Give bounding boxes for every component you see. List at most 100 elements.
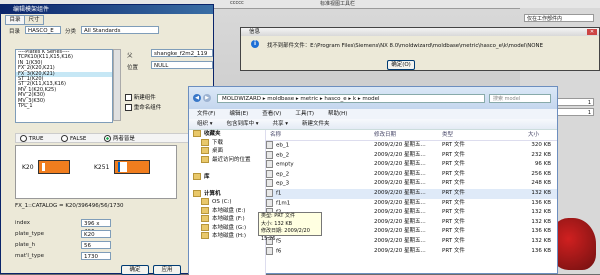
list-scrollbar[interactable] bbox=[113, 49, 121, 121]
new-component-option[interactable]: 新建组件 bbox=[125, 93, 156, 101]
file-row[interactable]: f1m1 2009/2/20 星期五... PRT 文件 136 KB bbox=[266, 198, 557, 209]
menu-item[interactable]: 查看(V) bbox=[262, 111, 281, 117]
radio-both[interactable]: 两者皆是 bbox=[104, 135, 135, 142]
nav-item[interactable]: 本地磁盘 (G:) bbox=[189, 223, 265, 233]
info-message: 找不到部件文件：E:\Program Files\Siemens\NX 8.0\… bbox=[267, 43, 543, 49]
file-icon bbox=[266, 160, 273, 169]
file-date: 2009/2/20 星期五... bbox=[374, 161, 426, 168]
category-select[interactable]: All Standards bbox=[81, 26, 159, 34]
address-bar[interactable]: MOLDWIZARD ▸ moldbase ▸ metric ▸ hasco_e… bbox=[217, 94, 485, 103]
filter-dropdown[interactable]: 仅在工作部件内 bbox=[524, 14, 594, 22]
tab-catalog[interactable]: 目录 bbox=[5, 15, 25, 25]
file-type: PRT 文件 bbox=[442, 180, 465, 187]
folder-icon bbox=[201, 232, 209, 239]
radio-false[interactable]: FALSE bbox=[61, 135, 86, 142]
command-button[interactable]: 组织 ▾ bbox=[197, 121, 213, 127]
nav-item[interactable]: 库 bbox=[189, 172, 265, 182]
forward-arrow-icon[interactable]: ▶ bbox=[203, 94, 211, 102]
breadcrumb-item[interactable]: MOLDWIZARD bbox=[222, 96, 261, 102]
file-size: 132 KB bbox=[531, 189, 551, 196]
info-icon: i bbox=[251, 40, 259, 48]
position-select[interactable]: NULL bbox=[151, 61, 213, 69]
file-row[interactable]: ep_2 2009/2/20 星期五... PRT 文件 256 KB bbox=[266, 169, 557, 180]
nav-item[interactable]: 本地磁盘 (E:) bbox=[189, 206, 265, 216]
catalog-label: 目录 bbox=[9, 29, 21, 35]
file-row[interactable]: ep_3 2009/2/20 星期五... PRT 文件 248 KB bbox=[266, 179, 557, 189]
file-size: 136 KB bbox=[531, 228, 551, 235]
file-name: f1 bbox=[276, 190, 282, 197]
command-button[interactable]: 共享 ▾ bbox=[273, 121, 289, 127]
back-arrow-icon[interactable]: ◀ bbox=[193, 94, 201, 102]
nav-item[interactable]: 本地磁盘 (H:) bbox=[189, 232, 265, 241]
file-row[interactable]: empty 2009/2/20 星期五... PRT 文件 96 KB bbox=[266, 160, 557, 170]
breadcrumb-item[interactable]: moldbase bbox=[267, 96, 294, 102]
radio-true-label: TRUE bbox=[28, 136, 44, 142]
search-input[interactable]: 搜索 model bbox=[489, 94, 551, 103]
col-size[interactable]: 大小 bbox=[528, 130, 539, 140]
nav-item[interactable]: 收藏夹 bbox=[189, 130, 265, 139]
menu-item[interactable]: 文件(F) bbox=[197, 111, 215, 117]
file-row[interactable]: eb_1 2009/2/20 星期五... PRT 文件 320 KB bbox=[266, 141, 557, 151]
tab-size[interactable]: 尺寸 bbox=[24, 15, 44, 25]
rename-component-checkbox[interactable] bbox=[125, 104, 132, 111]
file-icon bbox=[266, 198, 273, 207]
folder-icon bbox=[201, 223, 209, 231]
file-row[interactable]: eb_2 2009/2/20 星期五... PRT 文件 232 KB bbox=[266, 150, 557, 161]
folder-icon bbox=[193, 130, 201, 137]
file-tooltip: 类型: PRT 文件 大小: 132 KB 修改日期: 2009/2/20 15:2… bbox=[258, 212, 322, 242]
menu-item[interactable]: 编辑(E) bbox=[229, 111, 248, 117]
file-row[interactable]: f6 2009/2/20 星期五... PRT 文件 136 KB bbox=[266, 246, 557, 257]
file-name: empty bbox=[276, 161, 294, 168]
nav-item[interactable]: 计算机 bbox=[189, 189, 265, 199]
preview-label-a: K20 bbox=[22, 164, 34, 171]
radio-true[interactable]: TRUE bbox=[20, 135, 44, 142]
file-name: f1m1 bbox=[276, 200, 291, 207]
nav-item[interactable]: 最近访问的位置 bbox=[189, 155, 265, 165]
file-date: 2009/2/20 星期五... bbox=[374, 228, 426, 235]
file-name: eb_1 bbox=[276, 142, 290, 149]
rename-component-option[interactable]: 重命名组件 bbox=[125, 103, 161, 111]
nav-item[interactable]: 下载 bbox=[189, 138, 265, 148]
folder-icon bbox=[201, 215, 209, 222]
plate-k20-icon bbox=[38, 160, 70, 174]
col-type[interactable]: 类型 bbox=[442, 130, 453, 140]
category-label: 分类 bbox=[65, 29, 77, 35]
col-name[interactable]: 名称 bbox=[270, 130, 281, 140]
param-select[interactable]: K20 bbox=[81, 230, 111, 238]
file-icon bbox=[266, 179, 273, 188]
param-select[interactable]: 1730 bbox=[81, 252, 111, 260]
menu-item[interactable]: 帮助(H) bbox=[328, 111, 347, 117]
nav-item[interactable]: 本地磁盘 (F:) bbox=[189, 215, 265, 224]
command-button[interactable]: 新建文件夹 bbox=[302, 121, 330, 127]
catalog-select[interactable]: HASCO_E bbox=[25, 26, 61, 34]
file-name: f6 bbox=[276, 248, 282, 255]
breadcrumb-item[interactable]: model bbox=[362, 96, 379, 102]
parent-select[interactable]: shangke_f2m2_119 bbox=[151, 49, 213, 57]
plate-preview: K20 K251 bbox=[15, 145, 177, 199]
file-row[interactable]: f1 2009/2/20 星期五... PRT 文件 132 KB bbox=[266, 188, 557, 199]
file-type: PRT 文件 bbox=[442, 218, 465, 225]
param-select[interactable]: 56 bbox=[81, 241, 111, 249]
command-button[interactable]: 包含到库中 ▾ bbox=[227, 121, 259, 127]
file-name: ep_3 bbox=[276, 180, 290, 187]
rename-component-label: 重命名组件 bbox=[133, 105, 162, 111]
file-type: PRT 文件 bbox=[442, 228, 465, 235]
new-component-checkbox[interactable] bbox=[125, 94, 132, 101]
nav-item[interactable]: 桌面 bbox=[189, 147, 265, 156]
param-select[interactable]: 396 x 496 bbox=[81, 219, 111, 235]
file-date: 2009/2/20 星期五... bbox=[374, 170, 426, 177]
list-item[interactable]: TPL_1 bbox=[16, 103, 112, 109]
col-date[interactable]: 修改日期 bbox=[374, 130, 396, 140]
nav-item[interactable]: OS (C:) bbox=[189, 198, 265, 207]
file-type: PRT 文件 bbox=[442, 161, 465, 168]
nav-item bbox=[189, 181, 265, 190]
breadcrumb-item[interactable]: metric bbox=[300, 96, 318, 102]
close-icon[interactable]: ✕ bbox=[587, 29, 597, 35]
breadcrumb-item[interactable]: hasco_e bbox=[324, 96, 346, 102]
info-ok-button[interactable]: 确定(O) bbox=[387, 60, 415, 70]
explorer-header: ◀ ▶ MOLDWIZARD ▸ moldbase ▸ metric ▸ has… bbox=[189, 87, 557, 109]
file-type: PRT 文件 bbox=[442, 189, 465, 196]
component-list[interactable]: ----Plates K Series---- TCPK10(K11,K15,K1… bbox=[15, 49, 113, 123]
menu-item[interactable]: 工具(T) bbox=[295, 111, 314, 117]
file-type: PRT 文件 bbox=[442, 237, 465, 244]
